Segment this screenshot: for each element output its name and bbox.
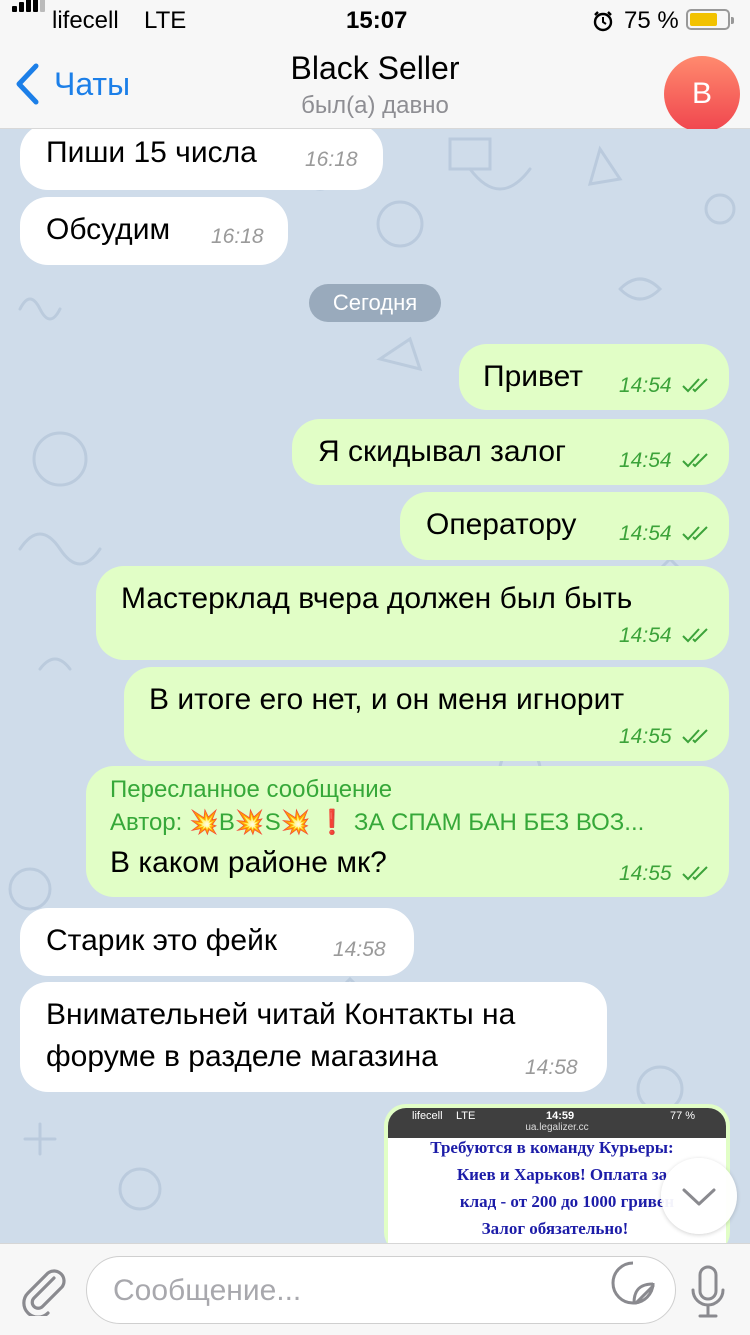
status-bar: lifecell LTE 15:07 75 %: [0, 0, 750, 40]
message-time: 14:55: [619, 725, 672, 748]
message-time: 14:54: [619, 522, 672, 545]
message-time: 14:54: [619, 374, 672, 397]
forwarded-author[interactable]: Автор: 💥B💥S💥 ❗ ЗА СПАМ БАН БЕЗ ВОЗ...: [110, 808, 644, 837]
message-time: 14:54: [619, 449, 672, 472]
network-type: LTE: [144, 7, 187, 34]
last-seen-status: был(а) давно: [301, 92, 449, 119]
scroll-to-bottom-button[interactable]: [661, 1158, 737, 1234]
message-text-line: Внимательней читай Контакты на: [46, 998, 516, 1031]
chat-title[interactable]: Black Seller: [0, 50, 750, 87]
microphone-icon[interactable]: [688, 1264, 728, 1320]
message-text: В каком районе мк?: [110, 846, 387, 879]
double-check-icon: [682, 866, 708, 881]
forwarded-message-bubble[interactable]: Пересланное сообщение Автор: 💥B💥S💥 ❗ ЗА …: [86, 766, 729, 897]
battery-icon: [686, 9, 734, 30]
message-text: Обсудим: [46, 213, 171, 246]
message-time: 14:54: [619, 624, 672, 647]
message-bubble-outgoing[interactable]: В итоге его нет, и он меня игнорит 14:55: [124, 667, 729, 761]
clock: 15:07: [346, 7, 408, 34]
message-time: 16:18: [211, 225, 264, 248]
message-bubble-outgoing[interactable]: Привет 14:54: [459, 344, 729, 410]
message-bubble-incoming[interactable]: Внимательней читай Контакты на форуме в …: [20, 982, 607, 1092]
paperclip-icon[interactable]: [18, 1264, 70, 1316]
alarm-icon: [593, 11, 613, 32]
message-time: 14:58: [525, 1056, 578, 1079]
message-time: 14:58: [333, 938, 386, 961]
double-check-icon: [682, 628, 708, 643]
message-text-line: форуме в разделе магазина: [46, 1040, 438, 1073]
message-field[interactable]: [86, 1256, 676, 1325]
message-bubble-outgoing[interactable]: Мастерклад вчера должен был быть 14:54: [96, 566, 729, 660]
avatar[interactable]: B: [664, 56, 740, 132]
message-input[interactable]: [111, 1257, 595, 1325]
message-text: Привет: [483, 360, 584, 393]
message-bubble-outgoing[interactable]: Я скидывал залог 14:54: [292, 419, 729, 485]
message-text: Мастерклад вчера должен был быть: [121, 582, 633, 615]
message-text: Я скидывал залог: [318, 435, 566, 468]
message-time: 14:55: [619, 862, 672, 885]
double-check-icon: [682, 378, 708, 393]
double-check-icon: [682, 453, 708, 468]
message-text: Оператору: [426, 508, 577, 541]
message-time: 16:18: [305, 148, 358, 171]
message-text: Старик это фейк: [46, 924, 277, 957]
double-check-icon: [682, 526, 708, 541]
message-bubble-incoming[interactable]: Старик это фейк 14:58: [20, 908, 414, 976]
message-list[interactable]: Пиши 15 числа 16:18 Обсудим 16:18 Сегодн…: [0, 129, 750, 1243]
sticker-icon[interactable]: [610, 1260, 656, 1306]
message-bubble-outgoing[interactable]: Оператору 14:54: [400, 492, 729, 560]
message-bubble-incoming[interactable]: Обсудим 16:18: [20, 197, 288, 265]
forwarded-label: Пересланное сообщение: [110, 776, 393, 803]
date-separator: Сегодня: [309, 284, 441, 322]
battery-percent: 75 %: [624, 7, 679, 34]
message-text: В итоге его нет, и он меня игнорит: [149, 683, 625, 716]
double-check-icon: [682, 729, 708, 744]
chat-header: Чаты Black Seller был(а) давно B: [0, 40, 750, 132]
message-text: Пиши 15 числа: [46, 136, 257, 169]
chevron-down-icon: [682, 1188, 716, 1206]
carrier-name: lifecell: [52, 7, 119, 34]
message-bubble-incoming[interactable]: Пиши 15 числа 16:18: [20, 129, 383, 190]
